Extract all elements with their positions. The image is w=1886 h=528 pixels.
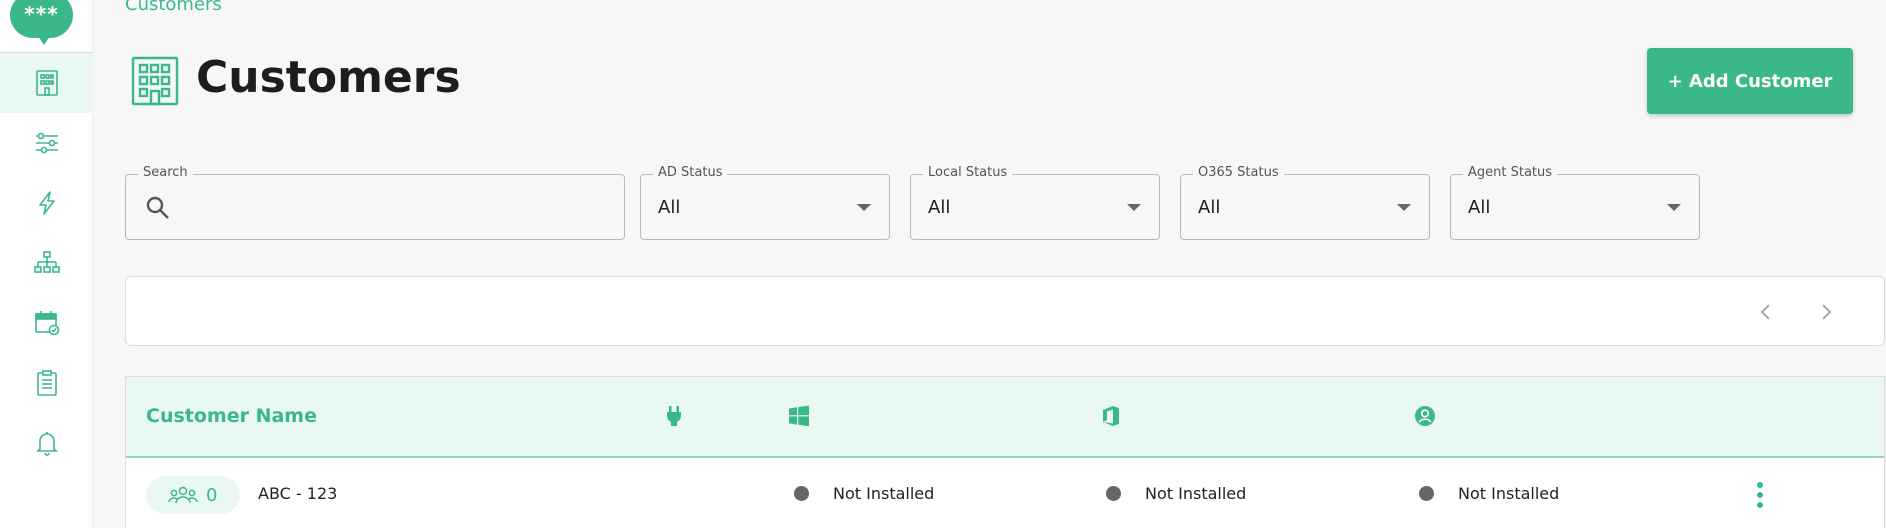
- agent-status-cell: Not Installed: [1419, 484, 1559, 503]
- sidebar-item-notifications[interactable]: [0, 413, 93, 473]
- status-dot: [1419, 486, 1434, 501]
- o365-status-text: Not Installed: [1145, 484, 1247, 503]
- chevron-right-icon[interactable]: [1813, 299, 1839, 325]
- user-count: 0: [206, 484, 218, 506]
- windows-icon: [789, 405, 809, 427]
- app-logo[interactable]: ***: [10, 0, 73, 45]
- sidebar-item-customers[interactable]: [0, 53, 93, 113]
- search-input[interactable]: [180, 191, 610, 223]
- local-status-select[interactable]: Local Status All: [910, 165, 1160, 240]
- more-options-icon[interactable]: [1748, 480, 1772, 510]
- agent-status-label: Agent Status: [1463, 165, 1558, 180]
- user-count-badge[interactable]: 0: [146, 476, 240, 514]
- bell-icon: [35, 432, 58, 456]
- customers-table: Customer Name 0 ABC - 123 Not Installed …: [125, 376, 1885, 528]
- sidebar-item-structure[interactable]: [0, 233, 93, 293]
- o365-status-cell: Not Installed: [1106, 484, 1246, 503]
- ad-status-select[interactable]: AD Status All: [640, 165, 890, 240]
- ad-status-value: All: [658, 197, 681, 218]
- search-label: Search: [138, 165, 193, 180]
- building-icon: [35, 70, 58, 96]
- local-status-value: All: [928, 197, 951, 218]
- o365-status-label: O365 Status: [1193, 165, 1284, 180]
- sidebar: ***: [0, 0, 93, 528]
- user-circle-icon: [1415, 406, 1435, 426]
- table-header: Customer Name: [126, 377, 1884, 458]
- chevron-down-icon: [1397, 204, 1411, 211]
- page-title: Customers: [196, 52, 461, 103]
- sliders-icon: [35, 132, 58, 154]
- agent-status-value: All: [1468, 197, 1491, 218]
- pagination-bar: [125, 276, 1885, 346]
- chevron-down-icon: [1667, 204, 1681, 211]
- org-chart-icon: [33, 251, 60, 273]
- local-status-text: Not Installed: [833, 484, 935, 503]
- agent-status-select[interactable]: Agent Status All: [1450, 165, 1700, 240]
- chevron-down-icon: [857, 204, 871, 211]
- office-icon: [1103, 406, 1119, 426]
- status-dot: [1106, 486, 1121, 501]
- status-dot: [794, 486, 809, 501]
- agent-status-text: Not Installed: [1458, 484, 1560, 503]
- building-icon: [131, 56, 179, 106]
- column-header-customer-name[interactable]: Customer Name: [146, 405, 317, 427]
- o365-status-select[interactable]: O365 Status All: [1180, 165, 1430, 240]
- sidebar-item-reports[interactable]: [0, 353, 93, 413]
- table-row[interactable]: 0 ABC - 123 Not Installed Not Installed …: [126, 460, 1884, 528]
- chevron-down-icon: [1127, 204, 1141, 211]
- sidebar-item-schedule[interactable]: [0, 293, 93, 353]
- o365-status-value: All: [1198, 197, 1221, 218]
- search-icon: [146, 196, 169, 219]
- sidebar-item-settings[interactable]: [0, 113, 93, 173]
- users-group-icon: [168, 486, 198, 504]
- lightning-icon: [38, 191, 55, 215]
- chevron-left-icon[interactable]: [1753, 299, 1779, 325]
- customer-name[interactable]: ABC - 123: [258, 484, 337, 503]
- breadcrumb[interactable]: Customers: [125, 0, 222, 15]
- search-field[interactable]: Search: [125, 165, 625, 240]
- clipboard-icon: [36, 370, 57, 396]
- local-status-label: Local Status: [923, 165, 1013, 180]
- plug-icon: [667, 406, 681, 426]
- sidebar-item-automation[interactable]: [0, 173, 93, 233]
- calendar-check-icon: [34, 311, 59, 336]
- local-status-cell: Not Installed: [794, 484, 934, 503]
- add-customer-button[interactable]: + Add Customer: [1647, 48, 1853, 114]
- ad-status-label: AD Status: [653, 165, 728, 180]
